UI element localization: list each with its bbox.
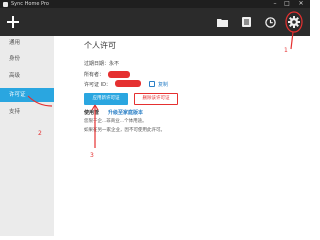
plus-icon	[7, 16, 19, 28]
window-title: Sync Home Pro	[11, 0, 49, 7]
folder-icon	[216, 18, 228, 27]
sidebar-item-support[interactable]: 支持	[0, 105, 54, 119]
folder-button[interactable]	[214, 14, 230, 30]
remove-license-button[interactable]: 删除该许可证	[134, 93, 178, 105]
close-icon[interactable]: ✕	[296, 0, 306, 8]
settings-sidebar: 通用 身份 高级 许可证 支持	[0, 36, 54, 236]
sidebar-item-identity[interactable]: 身份	[0, 52, 54, 66]
sidebar-item-advanced[interactable]: 高级	[0, 69, 54, 83]
settings-button[interactable]	[286, 14, 302, 30]
apply-license-button[interactable]: 应用新许可证	[84, 93, 128, 105]
owner-redaction	[108, 71, 130, 78]
minimize-icon[interactable]: –	[270, 0, 280, 8]
annotation-marker-3: 3	[90, 152, 94, 159]
license-id-label: 许可证 ID：	[84, 82, 111, 88]
license-id-row: 许可证 ID：	[84, 81, 111, 88]
annotation-marker-2: 2	[38, 130, 42, 137]
sidebar-item-label: 高级	[9, 73, 21, 79]
sidebar-item-label: 身份	[9, 56, 21, 62]
upgrade-link[interactable]: 升级至家庭版本	[108, 109, 143, 116]
license-panel: 个人许可 过期日期：永不 所有者： 许可证 ID： 复制 应用新许可证 删除该许…	[54, 36, 310, 236]
sidebar-item-license[interactable]: 许可证	[0, 88, 54, 102]
page-title: 个人许可	[84, 41, 116, 50]
gear-icon	[288, 16, 300, 28]
app-icon	[3, 1, 8, 7]
copy-link[interactable]: 复制	[158, 81, 168, 88]
sidebar-item-label: 许可证	[9, 92, 26, 98]
license-note-line-2: 如果在另一家企业，因不可使用此许可。	[84, 128, 165, 133]
expiry-row: 过期日期：永不	[84, 60, 119, 67]
upsell-title: 使用管	[84, 110, 100, 116]
document-icon	[241, 17, 251, 27]
sidebar-item-label: 通用	[9, 40, 21, 46]
document-button[interactable]	[238, 14, 254, 30]
owner-row: 所有者：	[84, 71, 104, 78]
main-toolbar	[0, 8, 310, 36]
expiry-label: 过期日期：	[84, 61, 110, 67]
license-note-line-1: 您限于企...非商业...个体用途。	[84, 119, 147, 124]
clock-icon	[264, 16, 276, 28]
license-id-redaction	[115, 80, 141, 87]
expiry-value: 永不	[109, 61, 120, 67]
window-titlebar: Sync Home Pro – □ ✕	[0, 0, 310, 8]
sidebar-item-label: 支持	[9, 109, 21, 115]
annotation-marker-1: 1	[284, 47, 288, 54]
copy-icon[interactable]	[149, 81, 155, 87]
maximize-icon[interactable]: □	[282, 0, 292, 8]
owner-label: 所有者：	[84, 72, 105, 78]
add-button[interactable]	[5, 14, 21, 30]
history-button[interactable]	[262, 14, 278, 30]
sidebar-item-general[interactable]: 通用	[0, 36, 54, 50]
